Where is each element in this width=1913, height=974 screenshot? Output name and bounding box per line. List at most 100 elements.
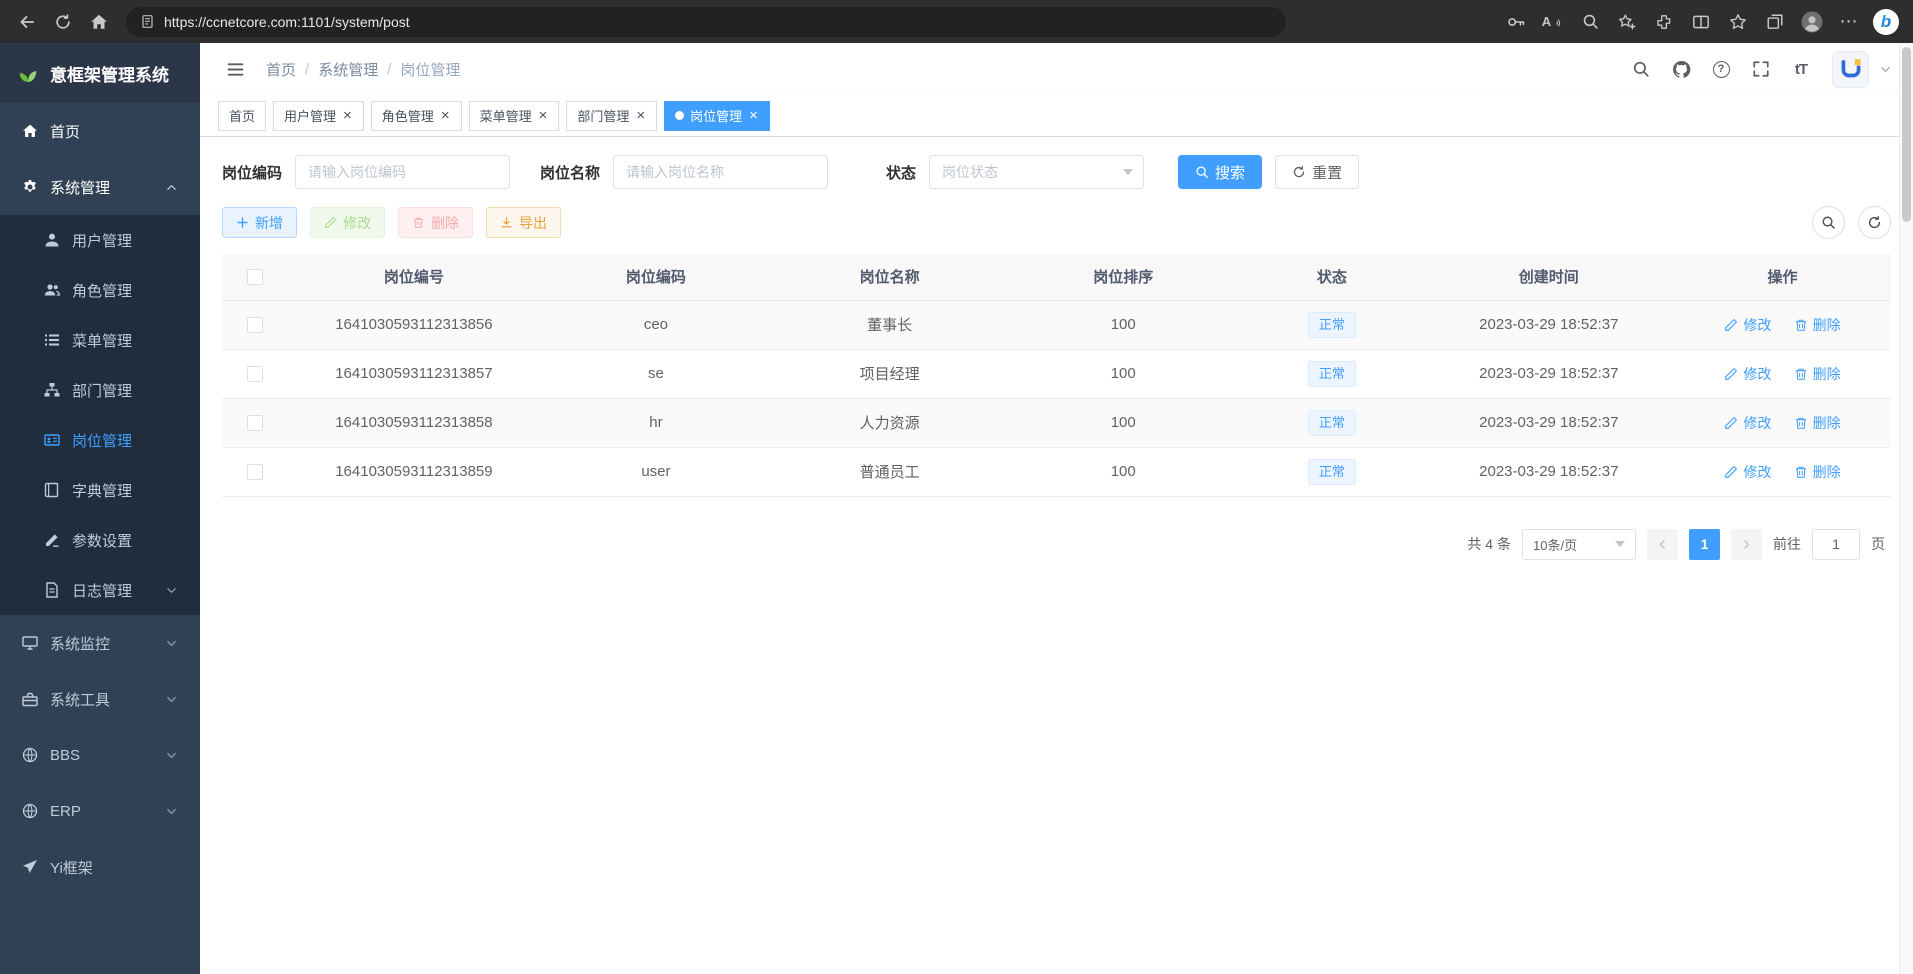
edit-button[interactable]: 修改 (310, 207, 385, 238)
tab-user-mgmt[interactable]: 用户管理× (273, 101, 364, 131)
refresh-icon[interactable] (46, 5, 80, 39)
next-page-button[interactable] (1731, 529, 1762, 560)
favorites-icon[interactable] (1721, 5, 1755, 39)
close-icon[interactable]: × (538, 108, 549, 123)
sidebar-item-dict-mgmt[interactable]: 字典管理 (0, 465, 200, 515)
search-form: 岗位编码 岗位名称 状态 搜索 (222, 155, 1891, 189)
tab-menu-mgmt[interactable]: 菜单管理× (469, 101, 560, 131)
chevron-down-icon (165, 805, 178, 818)
profile-avatar-icon[interactable] (1795, 5, 1829, 39)
post-name-input[interactable] (613, 155, 828, 189)
sidebar-item-log-mgmt[interactable]: 日志管理 (0, 565, 200, 615)
add-button[interactable]: 新增 (222, 207, 297, 238)
delete-button[interactable]: 删除 (398, 207, 473, 238)
tab-dept-mgmt[interactable]: 部门管理× (566, 101, 657, 131)
trash-icon (1794, 465, 1808, 479)
row-checkbox[interactable] (247, 464, 263, 480)
close-icon[interactable]: × (748, 108, 759, 123)
bing-copilot-icon[interactable]: b (1869, 5, 1903, 39)
refresh-table-button[interactable] (1858, 206, 1891, 239)
table-row[interactable]: 1641030593112313856 ceo 董事长 100 正常 2023-… (222, 300, 1891, 349)
user-avatar[interactable] (1832, 51, 1869, 88)
sidebar-item-system-mgmt[interactable]: 系统管理 (0, 159, 200, 215)
row-delete-button[interactable]: 删除 (1794, 462, 1841, 482)
header-post-name: 岗位名称 (773, 254, 1007, 300)
row-edit-button[interactable]: 修改 (1724, 364, 1771, 384)
font-size-icon[interactable]: tT (1784, 52, 1818, 86)
reset-button[interactable]: 重置 (1275, 155, 1359, 189)
github-icon[interactable] (1664, 52, 1698, 86)
select-all-checkbox[interactable] (247, 269, 263, 285)
site-info-icon[interactable] (140, 14, 155, 29)
toggle-search-button[interactable] (1812, 206, 1845, 239)
home-icon[interactable] (82, 5, 116, 39)
table-row[interactable]: 1641030593112313858 hr 人力资源 100 正常 2023-… (222, 398, 1891, 447)
help-icon[interactable]: ? (1704, 52, 1738, 86)
row-delete-button[interactable]: 删除 (1794, 413, 1841, 433)
back-icon[interactable] (10, 5, 44, 39)
search-button[interactable]: 搜索 (1178, 155, 1262, 189)
status-select[interactable] (929, 155, 1144, 189)
goto-page-input[interactable] (1812, 529, 1860, 560)
sidebar-item-erp[interactable]: ERP (0, 783, 200, 839)
tab-home[interactable]: 首页 (218, 101, 266, 131)
scrollbar-thumb[interactable] (1902, 47, 1911, 222)
row-edit-button[interactable]: 修改 (1724, 413, 1771, 433)
sidebar-item-dept-mgmt[interactable]: 部门管理 (0, 365, 200, 415)
extensions-icon[interactable] (1647, 5, 1681, 39)
breadcrumb-home[interactable]: 首页 (266, 59, 296, 80)
more-menu-icon[interactable]: ⋯ (1832, 5, 1866, 39)
table-row[interactable]: 1641030593112313857 se 项目经理 100 正常 2023-… (222, 349, 1891, 398)
tab-role-mgmt[interactable]: 角色管理× (371, 101, 462, 131)
close-icon[interactable]: × (342, 108, 353, 123)
row-delete-button[interactable]: 删除 (1794, 315, 1841, 335)
collections-icon[interactable] (1758, 5, 1792, 39)
sidebar-item-system-tools[interactable]: 系统工具 (0, 671, 200, 727)
cell-create-time: 2023-03-29 18:52:37 (1424, 349, 1674, 398)
row-delete-button[interactable]: 删除 (1794, 364, 1841, 384)
sidebar-item-yi-framework[interactable]: Yi框架 (0, 839, 200, 895)
sidebar-item-user-mgmt[interactable]: 用户管理 (0, 215, 200, 265)
cell-post-code: se (539, 349, 773, 398)
address-bar[interactable]: https://ccnetcore.com:1101/system/post (126, 7, 1286, 37)
sidebar-item-system-monitor[interactable]: 系统监控 (0, 615, 200, 671)
status-select-input[interactable] (929, 155, 1144, 189)
zoom-icon[interactable] (1573, 5, 1607, 39)
close-icon[interactable]: × (440, 108, 451, 123)
passwords-key-icon[interactable] (1499, 5, 1533, 39)
sidebar-item-menu-mgmt[interactable]: 菜单管理 (0, 315, 200, 365)
prev-page-button[interactable] (1647, 529, 1678, 560)
header-search-icon[interactable] (1624, 52, 1658, 86)
post-code-input[interactable] (295, 155, 510, 189)
export-button[interactable]: 导出 (486, 207, 561, 238)
page-scrollbar[interactable] (1899, 43, 1913, 974)
status-label: 状态 (886, 162, 916, 183)
table-row[interactable]: 1641030593112313859 user 普通员工 100 正常 202… (222, 447, 1891, 496)
read-aloud-icon[interactable]: A (1536, 5, 1570, 39)
home-icon (22, 123, 38, 139)
cell-status: 正常 (1240, 300, 1424, 349)
sidebar-item-bbs[interactable]: BBS (0, 727, 200, 783)
globe-icon (22, 803, 38, 819)
avatar-chevron-down-icon[interactable] (1875, 52, 1895, 86)
row-edit-button[interactable]: 修改 (1724, 462, 1771, 482)
split-screen-icon[interactable] (1684, 5, 1718, 39)
breadcrumb-post-mgmt: 岗位管理 (400, 59, 460, 80)
hamburger-icon[interactable] (218, 52, 252, 86)
row-checkbox[interactable] (247, 317, 263, 333)
row-checkbox[interactable] (247, 366, 263, 382)
page-size-select[interactable]: 10条/页 (1522, 529, 1636, 560)
fullscreen-icon[interactable] (1744, 52, 1778, 86)
add-favorite-icon[interactable] (1610, 5, 1644, 39)
sidebar-item-post-mgmt[interactable]: 岗位管理 (0, 415, 200, 465)
page-number-button[interactable]: 1 (1689, 529, 1720, 560)
sidebar-item-home[interactable]: 首页 (0, 103, 200, 159)
row-checkbox[interactable] (247, 415, 263, 431)
breadcrumb-system-mgmt[interactable]: 系统管理 (318, 59, 378, 80)
leaf-logo-icon (16, 61, 40, 85)
close-icon[interactable]: × (635, 108, 646, 123)
row-edit-button[interactable]: 修改 (1724, 315, 1771, 335)
tab-post-mgmt[interactable]: 岗位管理× (664, 101, 770, 131)
sidebar-item-param-settings[interactable]: 参数设置 (0, 515, 200, 565)
sidebar-item-role-mgmt[interactable]: 角色管理 (0, 265, 200, 315)
